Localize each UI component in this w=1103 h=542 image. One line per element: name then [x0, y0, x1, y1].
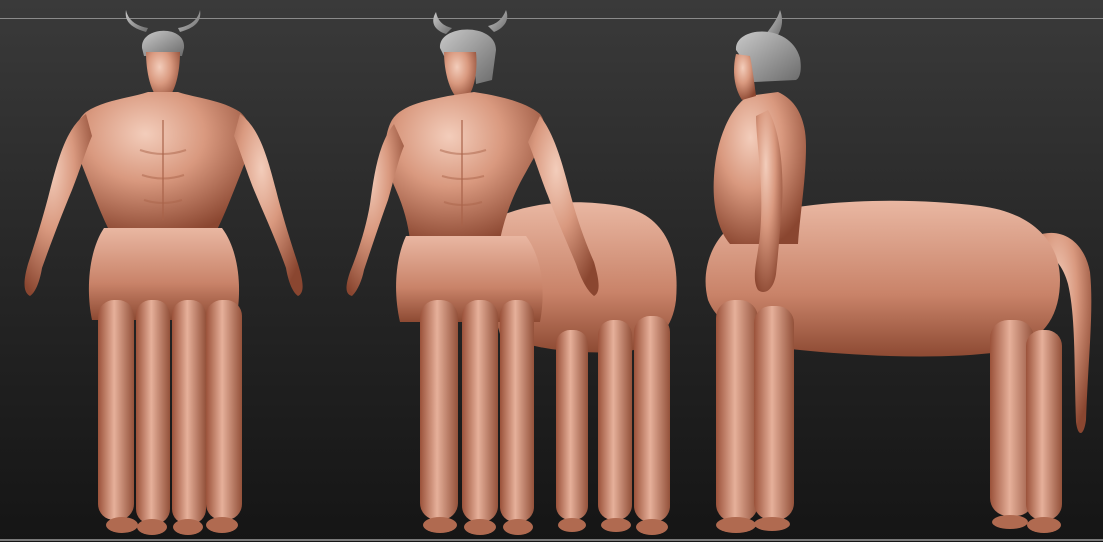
tq-hoof-4 — [558, 518, 586, 532]
side-view-figure — [705, 10, 1092, 533]
tq-mid-leg — [556, 330, 588, 520]
front-left-arm — [24, 114, 92, 296]
front-leg-2 — [136, 300, 170, 524]
side-hoof-1 — [716, 517, 756, 533]
tq-left-horn — [433, 12, 452, 34]
tq-hoof-3 — [503, 519, 533, 535]
tq-rear-leg-2 — [634, 316, 670, 522]
front-leg-1 — [98, 300, 134, 520]
front-right-arm — [234, 114, 303, 296]
tq-right-horn — [488, 10, 508, 32]
front-leg-4 — [206, 300, 242, 520]
front-hoof-4 — [206, 517, 238, 533]
tq-hoof-6 — [636, 519, 668, 535]
tq-hoof-5 — [601, 518, 631, 532]
side-hoof-2 — [754, 517, 790, 531]
tq-rear-leg-1 — [598, 320, 632, 520]
sculpt-viewport — [0, 0, 1103, 542]
tq-front-leg-2 — [462, 300, 498, 522]
three-quarter-view-figure — [346, 10, 677, 535]
front-hoof-1 — [106, 517, 138, 533]
side-hoof-4 — [1027, 517, 1061, 533]
tq-front-leg-1 — [420, 300, 458, 520]
front-view-figure — [24, 10, 303, 535]
side-hoof-3 — [992, 515, 1028, 529]
side-front-leg-1 — [716, 300, 758, 522]
tq-left-arm — [346, 124, 404, 296]
viewport-bottom-border — [0, 539, 1103, 541]
centaur-render-canvas — [24, 10, 1092, 535]
front-hoof-2 — [137, 519, 167, 535]
side-front-leg-2 — [754, 306, 794, 520]
tq-front-leg-3 — [500, 300, 534, 522]
tq-hoof-1 — [423, 517, 457, 533]
side-rear-leg-2 — [1026, 330, 1062, 520]
tq-hoof-2 — [464, 519, 496, 535]
front-left-horn — [125, 10, 148, 32]
front-hoof-3 — [173, 519, 203, 535]
front-right-horn — [178, 10, 201, 32]
front-leg-3 — [172, 300, 206, 524]
